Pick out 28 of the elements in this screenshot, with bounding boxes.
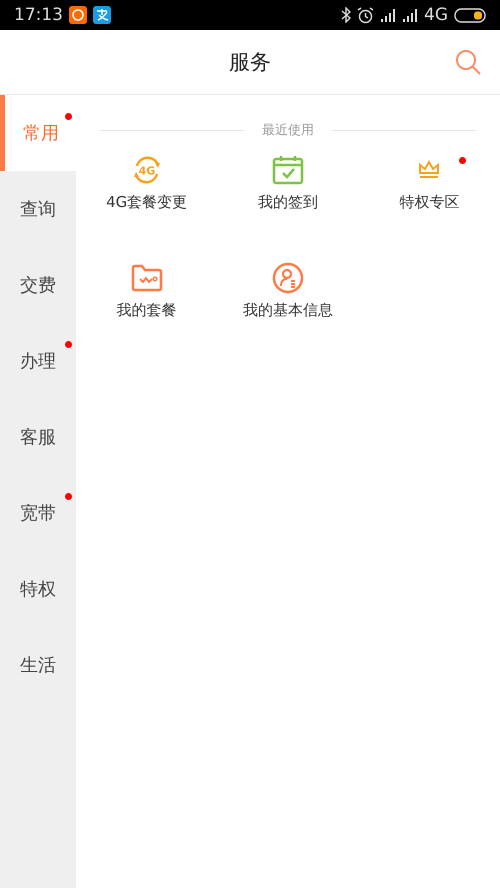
sidebar-tab[interactable]: 客服 xyxy=(0,399,76,475)
page-title: 服务 xyxy=(229,49,271,76)
service-label[interactable]: 4G套餐变更 xyxy=(106,193,188,212)
bluetooth-icon xyxy=(341,7,351,23)
calendar-check-icon xyxy=(272,155,304,185)
user-profile-icon xyxy=(272,262,304,294)
folder-icon xyxy=(130,264,163,292)
service-label[interactable]: 特权专区 xyxy=(399,193,460,212)
search-button[interactable] xyxy=(454,48,482,76)
sidebar-tab[interactable]: 交费 xyxy=(0,247,76,323)
sidebar-tab[interactable]: 宽带 xyxy=(0,475,76,551)
app-notification-icon xyxy=(69,6,87,24)
sidebar-tab[interactable]: 特权 xyxy=(0,551,76,627)
section-title: 最近使用 xyxy=(262,122,314,139)
sidebar-tab[interactable]: 查询 xyxy=(0,171,76,247)
service-label[interactable]: 我的套餐 xyxy=(116,301,177,320)
crown-icon xyxy=(418,160,440,180)
service-label[interactable]: 我的基本信息 xyxy=(242,301,333,320)
alarm-icon xyxy=(357,6,374,24)
signal-icon xyxy=(380,8,396,22)
service-label[interactable]: 我的签到 xyxy=(258,193,318,212)
battery-icon xyxy=(454,8,486,22)
clock-time: 17:13 xyxy=(14,5,63,25)
signal-icon xyxy=(402,8,418,22)
sidebar-tab[interactable]: 生活 xyxy=(0,627,76,703)
sidebar-tab[interactable]: 办理 xyxy=(0,323,76,399)
network-type: 4G xyxy=(424,5,448,25)
payment-app-icon xyxy=(93,6,111,24)
